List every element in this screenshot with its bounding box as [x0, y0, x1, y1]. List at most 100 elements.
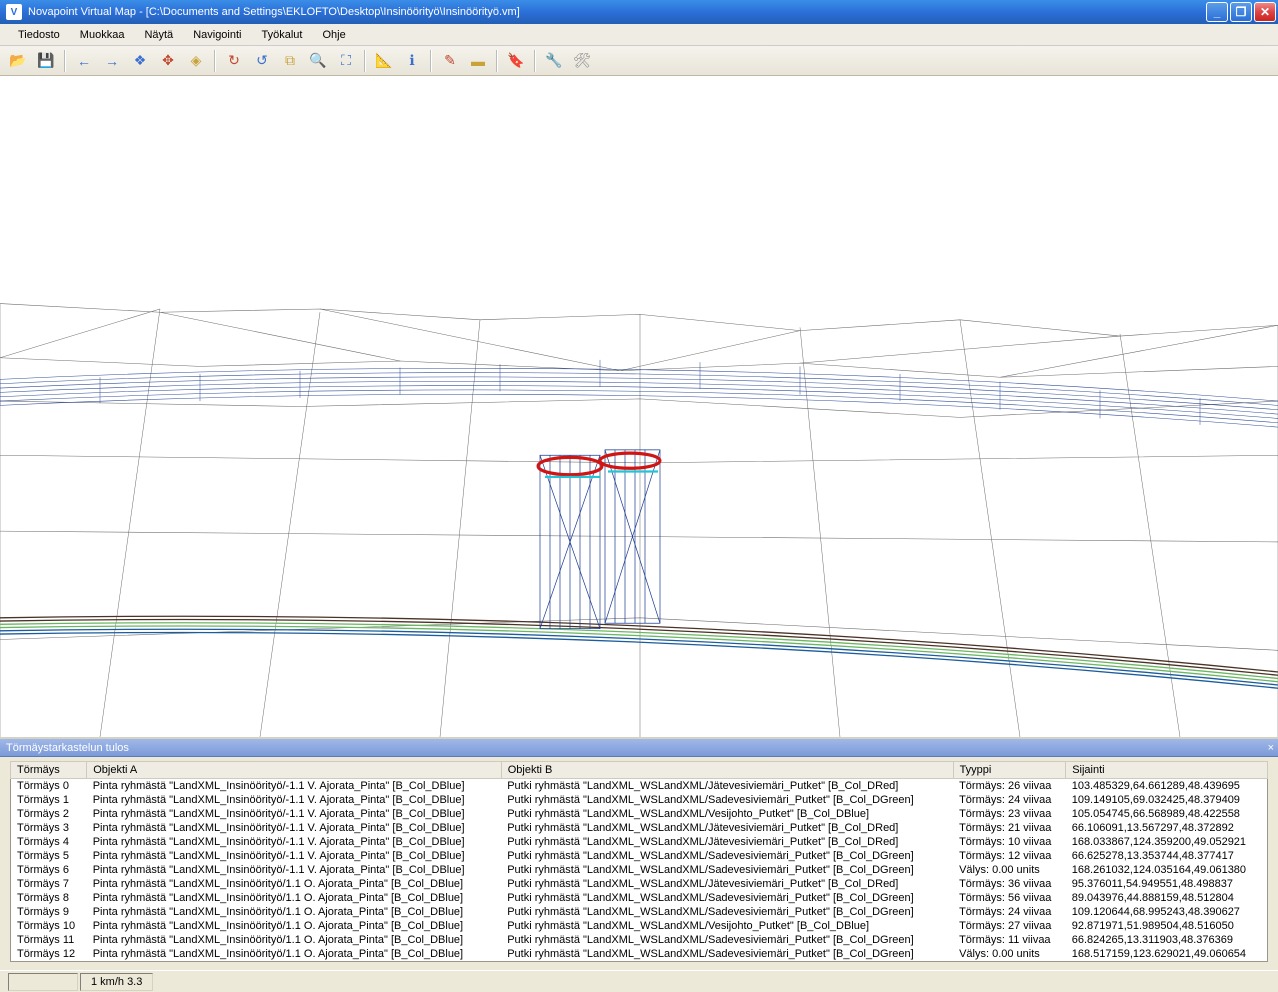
table-row[interactable]: Törmäys 2Pinta ryhmästä "LandXML_Insinöö… — [11, 807, 1268, 821]
minimize-button[interactable]: _ — [1206, 2, 1228, 22]
cell: 66.106091,13.567297,48.372892 — [1066, 821, 1268, 835]
cell: Putki ryhmästä "LandXML_WSLandXML/Sadeve… — [501, 891, 953, 905]
cell: Pinta ryhmästä "LandXML_Insinöörityö/-1.… — [87, 793, 502, 807]
col-header[interactable]: Tyyppi — [953, 762, 1066, 779]
tool1-icon[interactable]: 🔧 — [542, 49, 566, 73]
status-cell-1 — [8, 973, 78, 991]
cell: Törmäys: 36 viivaa — [953, 877, 1066, 891]
cell: Putki ryhmästä "LandXML_WSLandXML/Sadeve… — [501, 863, 953, 877]
cell: Törmäys: 24 viivaa — [953, 793, 1066, 807]
panel-close-icon[interactable]: × — [1268, 742, 1274, 754]
3d-viewport[interactable] — [0, 76, 1278, 739]
cell: Törmäys: 10 viivaa — [953, 835, 1066, 849]
back-icon[interactable]: ← — [72, 49, 96, 73]
col-header[interactable]: Objekti B — [501, 762, 953, 779]
table-row[interactable]: Törmäys 4Pinta ryhmästä "LandXML_Insinöö… — [11, 835, 1268, 849]
cell: Törmäys 7 — [11, 877, 87, 891]
cell: Törmäys 11 — [11, 933, 87, 947]
panel-title-label: Törmäystarkastelun tulos — [6, 742, 129, 754]
zoom-in-icon[interactable]: 🔍 — [306, 49, 330, 73]
cell: Pinta ryhmästä "LandXML_Insinöörityö/1.1… — [87, 947, 502, 962]
cell: Pinta ryhmästä "LandXML_Insinöörityö/1.1… — [87, 891, 502, 905]
maximize-button[interactable]: ❐ — [1230, 2, 1252, 22]
cell: Pinta ryhmästä "LandXML_Insinöörityö/1.1… — [87, 905, 502, 919]
panel-titlebar: Törmäystarkastelun tulos × — [0, 739, 1278, 757]
cell: Törmäys 0 — [11, 779, 87, 794]
cell: Pinta ryhmästä "LandXML_Insinöörityö/-1.… — [87, 849, 502, 863]
table-row[interactable]: Törmäys 9Pinta ryhmästä "LandXML_Insinöö… — [11, 905, 1268, 919]
tool2-icon[interactable]: 🛠 — [570, 49, 594, 73]
cell: Törmäys 5 — [11, 849, 87, 863]
cell: 95.376011,54.949551,48.498837 — [1066, 877, 1268, 891]
cell: Pinta ryhmästä "LandXML_Insinöörityö/-1.… — [87, 807, 502, 821]
walk-icon[interactable]: ◈ — [184, 49, 208, 73]
table-row[interactable]: Törmäys 0Pinta ryhmästä "LandXML_Insinöö… — [11, 779, 1268, 794]
col-header[interactable]: Sijainti — [1066, 762, 1268, 779]
window-title: Novapoint Virtual Map - [C:\Documents an… — [28, 6, 1204, 18]
cell: Putki ryhmästä "LandXML_WSLandXML/Jäteve… — [501, 835, 953, 849]
statusbar: 1 km/h 3.3 — [0, 970, 1278, 992]
close-button[interactable]: ✕ — [1254, 2, 1276, 22]
brush-icon[interactable]: ✎ — [438, 49, 462, 73]
cell: 92.871971,51.989504,48.516050 — [1066, 919, 1268, 933]
cell: 66.824265,13.311903,48.376369 — [1066, 933, 1268, 947]
cell: 89.043976,44.888159,48.512804 — [1066, 891, 1268, 905]
cell: Putki ryhmästä "LandXML_WSLandXML/Vesijo… — [501, 919, 953, 933]
cell: 109.120644,68.995243,48.390627 — [1066, 905, 1268, 919]
cell: Putki ryhmästä "LandXML_WSLandXML/Jäteve… — [501, 779, 953, 794]
cell: Pinta ryhmästä "LandXML_Insinöörityö/-1.… — [87, 835, 502, 849]
cell: Törmäys: 56 viivaa — [953, 891, 1066, 905]
cell: Välys: 0.00 units — [953, 863, 1066, 877]
open-icon[interactable]: 📂 — [6, 49, 30, 73]
cell: Pinta ryhmästä "LandXML_Insinöörityö/1.1… — [87, 877, 502, 891]
menu-tiedosto[interactable]: Tiedosto — [8, 26, 70, 44]
cell: Törmäys: 24 viivaa — [953, 905, 1066, 919]
menu-navigointi[interactable]: Navigointi — [183, 26, 251, 44]
cell: Törmäys 6 — [11, 863, 87, 877]
cell: Törmäys 9 — [11, 905, 87, 919]
orbit-icon[interactable]: ❖ — [128, 49, 152, 73]
menu-ohje[interactable]: Ohje — [312, 26, 355, 44]
zoom-fit-icon[interactable]: ⛶ — [334, 49, 358, 73]
cell: Pinta ryhmästä "LandXML_Insinöörityö/-1.… — [87, 779, 502, 794]
cell: Pinta ryhmästä "LandXML_Insinöörityö/1.1… — [87, 933, 502, 947]
erase-icon[interactable]: ▬ — [466, 49, 490, 73]
table-row[interactable]: Törmäys 7Pinta ryhmästä "LandXML_Insinöö… — [11, 877, 1268, 891]
col-header[interactable]: Objekti A — [87, 762, 502, 779]
cell: Törmäys 2 — [11, 807, 87, 821]
table-row[interactable]: Törmäys 12Pinta ryhmästä "LandXML_Insinö… — [11, 947, 1268, 962]
table-row[interactable]: Törmäys 10Pinta ryhmästä "LandXML_Insinö… — [11, 919, 1268, 933]
measure-icon[interactable]: 📐 — [372, 49, 396, 73]
table-row[interactable]: Törmäys 11Pinta ryhmästä "LandXML_Insinö… — [11, 933, 1268, 947]
cell: Törmäys 8 — [11, 891, 87, 905]
table-row[interactable]: Törmäys 6Pinta ryhmästä "LandXML_Insinöö… — [11, 863, 1268, 877]
save-icon[interactable]: 💾 — [34, 49, 58, 73]
cell: 103.485329,64.661289,48.439695 — [1066, 779, 1268, 794]
info-icon[interactable]: ℹ — [400, 49, 424, 73]
menu-työkalut[interactable]: Työkalut — [252, 26, 313, 44]
table-row[interactable]: Törmäys 8Pinta ryhmästä "LandXML_Insinöö… — [11, 891, 1268, 905]
undo-icon[interactable]: ↺ — [250, 49, 274, 73]
copy-icon[interactable]: ⧉ — [278, 49, 302, 73]
redo-icon[interactable]: ↻ — [222, 49, 246, 73]
app-icon: V — [6, 4, 22, 20]
cell: Törmäys: 21 viivaa — [953, 821, 1066, 835]
tag-icon[interactable]: 🔖 — [504, 49, 528, 73]
cell: 168.517159,123.629021,49.060654 — [1066, 947, 1268, 962]
menu-muokkaa[interactable]: Muokkaa — [70, 26, 135, 44]
col-header[interactable]: Törmäys — [11, 762, 87, 779]
cell: Pinta ryhmästä "LandXML_Insinöörityö/-1.… — [87, 863, 502, 877]
menu-näytä[interactable]: Näytä — [134, 26, 183, 44]
cell: Törmäys: 26 viivaa — [953, 779, 1066, 794]
table-row[interactable]: Törmäys 3Pinta ryhmästä "LandXML_Insinöö… — [11, 821, 1268, 835]
cell: 109.149105,69.032425,48.379409 — [1066, 793, 1268, 807]
pan-icon[interactable]: ✥ — [156, 49, 180, 73]
cell: Törmäys 1 — [11, 793, 87, 807]
cell: Pinta ryhmästä "LandXML_Insinöörityö/-1.… — [87, 821, 502, 835]
table-row[interactable]: Törmäys 5Pinta ryhmästä "LandXML_Insinöö… — [11, 849, 1268, 863]
table-row[interactable]: Törmäys 1Pinta ryhmästä "LandXML_Insinöö… — [11, 793, 1268, 807]
titlebar: V Novapoint Virtual Map - [C:\Documents … — [0, 0, 1278, 24]
forward-icon[interactable]: → — [100, 49, 124, 73]
cell: Törmäys 12 — [11, 947, 87, 962]
cell: Putki ryhmästä "LandXML_WSLandXML/Sadeve… — [501, 933, 953, 947]
